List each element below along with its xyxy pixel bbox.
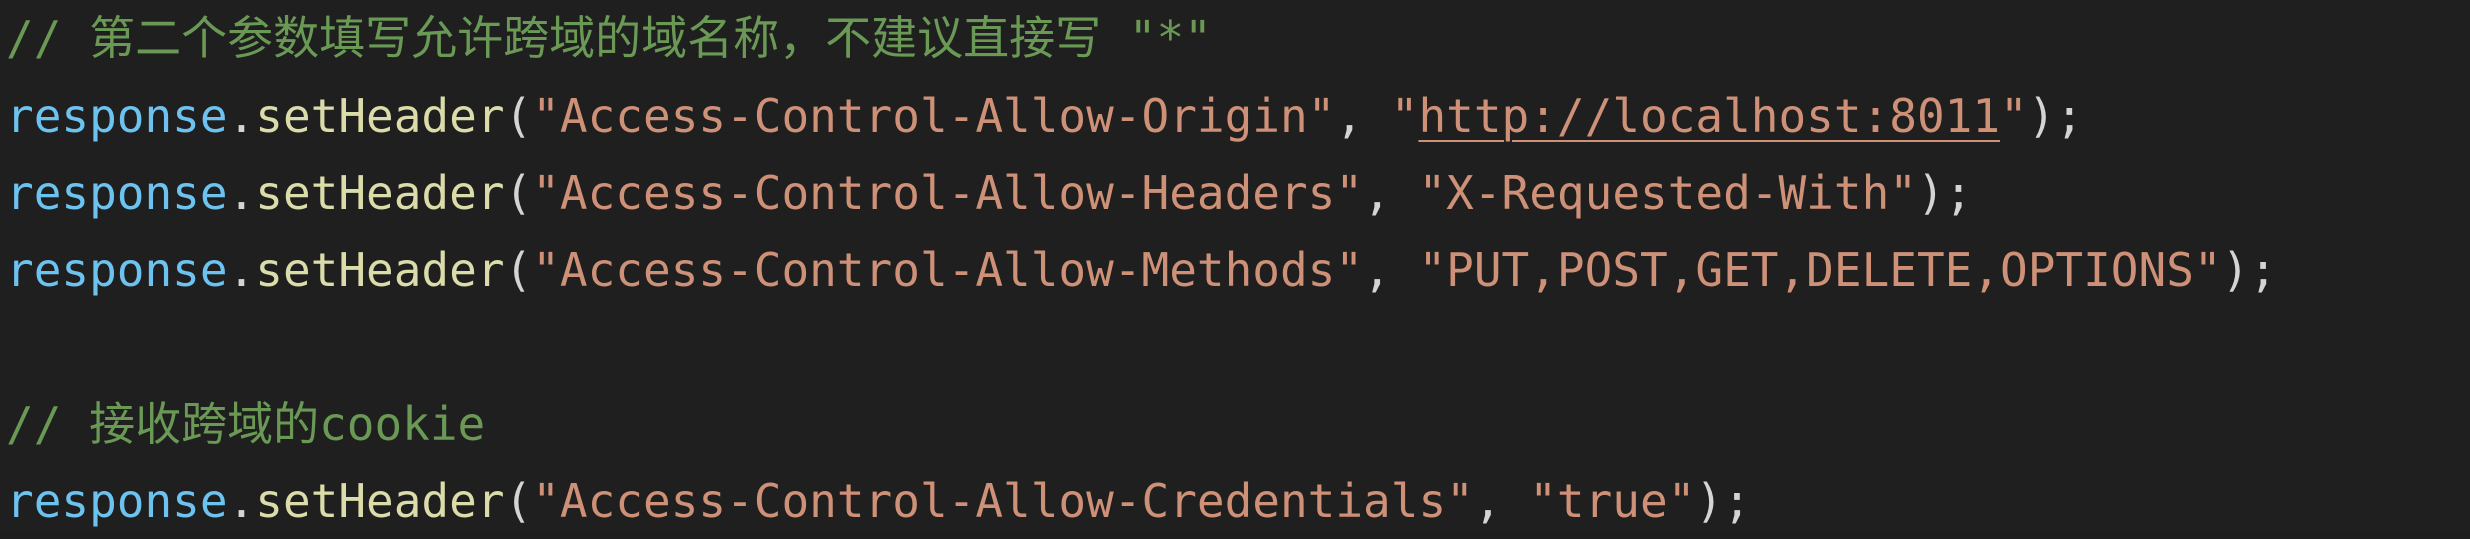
code-string-quote-close: " (2000, 89, 2028, 143)
code-dot: . (227, 243, 256, 297)
code-method: setHeader (255, 89, 505, 143)
code-paren-open: ( (504, 474, 533, 528)
code-comment: // 接收跨域的cookie (6, 397, 486, 451)
code-separator: , (1363, 243, 1419, 297)
code-line-comment-2: // 接收跨域的cookie (6, 386, 485, 462)
code-string-arg1: "Access-Control-Allow-Headers" (532, 166, 1364, 220)
code-paren-close: ); (2027, 89, 2084, 143)
code-line-comment-1: // 第二个参数填写允许跨域的域名称，不建议直接写 "*" (6, 0, 1212, 76)
code-string-arg1: "Access-Control-Allow-Origin" (532, 89, 1336, 143)
code-string-quote-open: " (1390, 89, 1419, 143)
code-identifier: response (6, 166, 228, 220)
code-dot: . (227, 89, 256, 143)
code-string-arg2: "PUT,POST,GET,DELETE,OPTIONS" (1418, 243, 2222, 297)
code-paren-close: ); (2221, 243, 2277, 297)
code-url-link[interactable]: http://localhost:8011 (1418, 89, 2000, 143)
code-string-arg1: "Access-Control-Allow-Methods" (532, 243, 1364, 297)
code-line-allow-methods: response.setHeader("Access-Control-Allow… (6, 232, 2277, 308)
code-string-arg1: "Access-Control-Allow-Credentials" (532, 474, 1474, 528)
code-line-allow-origin: response.setHeader("Access-Control-Allow… (6, 78, 2083, 154)
code-paren-close: ); (1695, 474, 1751, 528)
code-identifier: response (6, 474, 228, 528)
code-editor[interactable]: // 第二个参数填写允许跨域的域名称，不建议直接写 "*" response.s… (0, 0, 2470, 531)
code-comment: // 第二个参数填写允许跨域的域名称，不建议直接写 "*" (6, 11, 1212, 65)
code-method: setHeader (255, 243, 505, 297)
code-paren-open: ( (504, 166, 533, 220)
code-paren-open: ( (504, 243, 533, 297)
code-separator: , (1335, 89, 1391, 143)
code-dot: . (227, 166, 256, 220)
code-string-arg2: "true" (1529, 474, 1696, 528)
code-separator: , (1363, 166, 1419, 220)
code-method: setHeader (255, 166, 505, 220)
code-dot: . (227, 474, 256, 528)
code-line-allow-headers: response.setHeader("Access-Control-Allow… (6, 155, 1972, 231)
code-paren-close: ); (1916, 166, 1973, 220)
code-identifier: response (6, 89, 228, 143)
code-method: setHeader (255, 474, 505, 528)
code-paren-open: ( (504, 89, 533, 143)
code-separator: , (1473, 474, 1530, 528)
code-string-arg2: "X-Requested-With" (1418, 166, 1917, 220)
code-line-allow-credentials: response.setHeader("Access-Control-Allow… (6, 463, 1751, 539)
code-identifier: response (6, 243, 228, 297)
